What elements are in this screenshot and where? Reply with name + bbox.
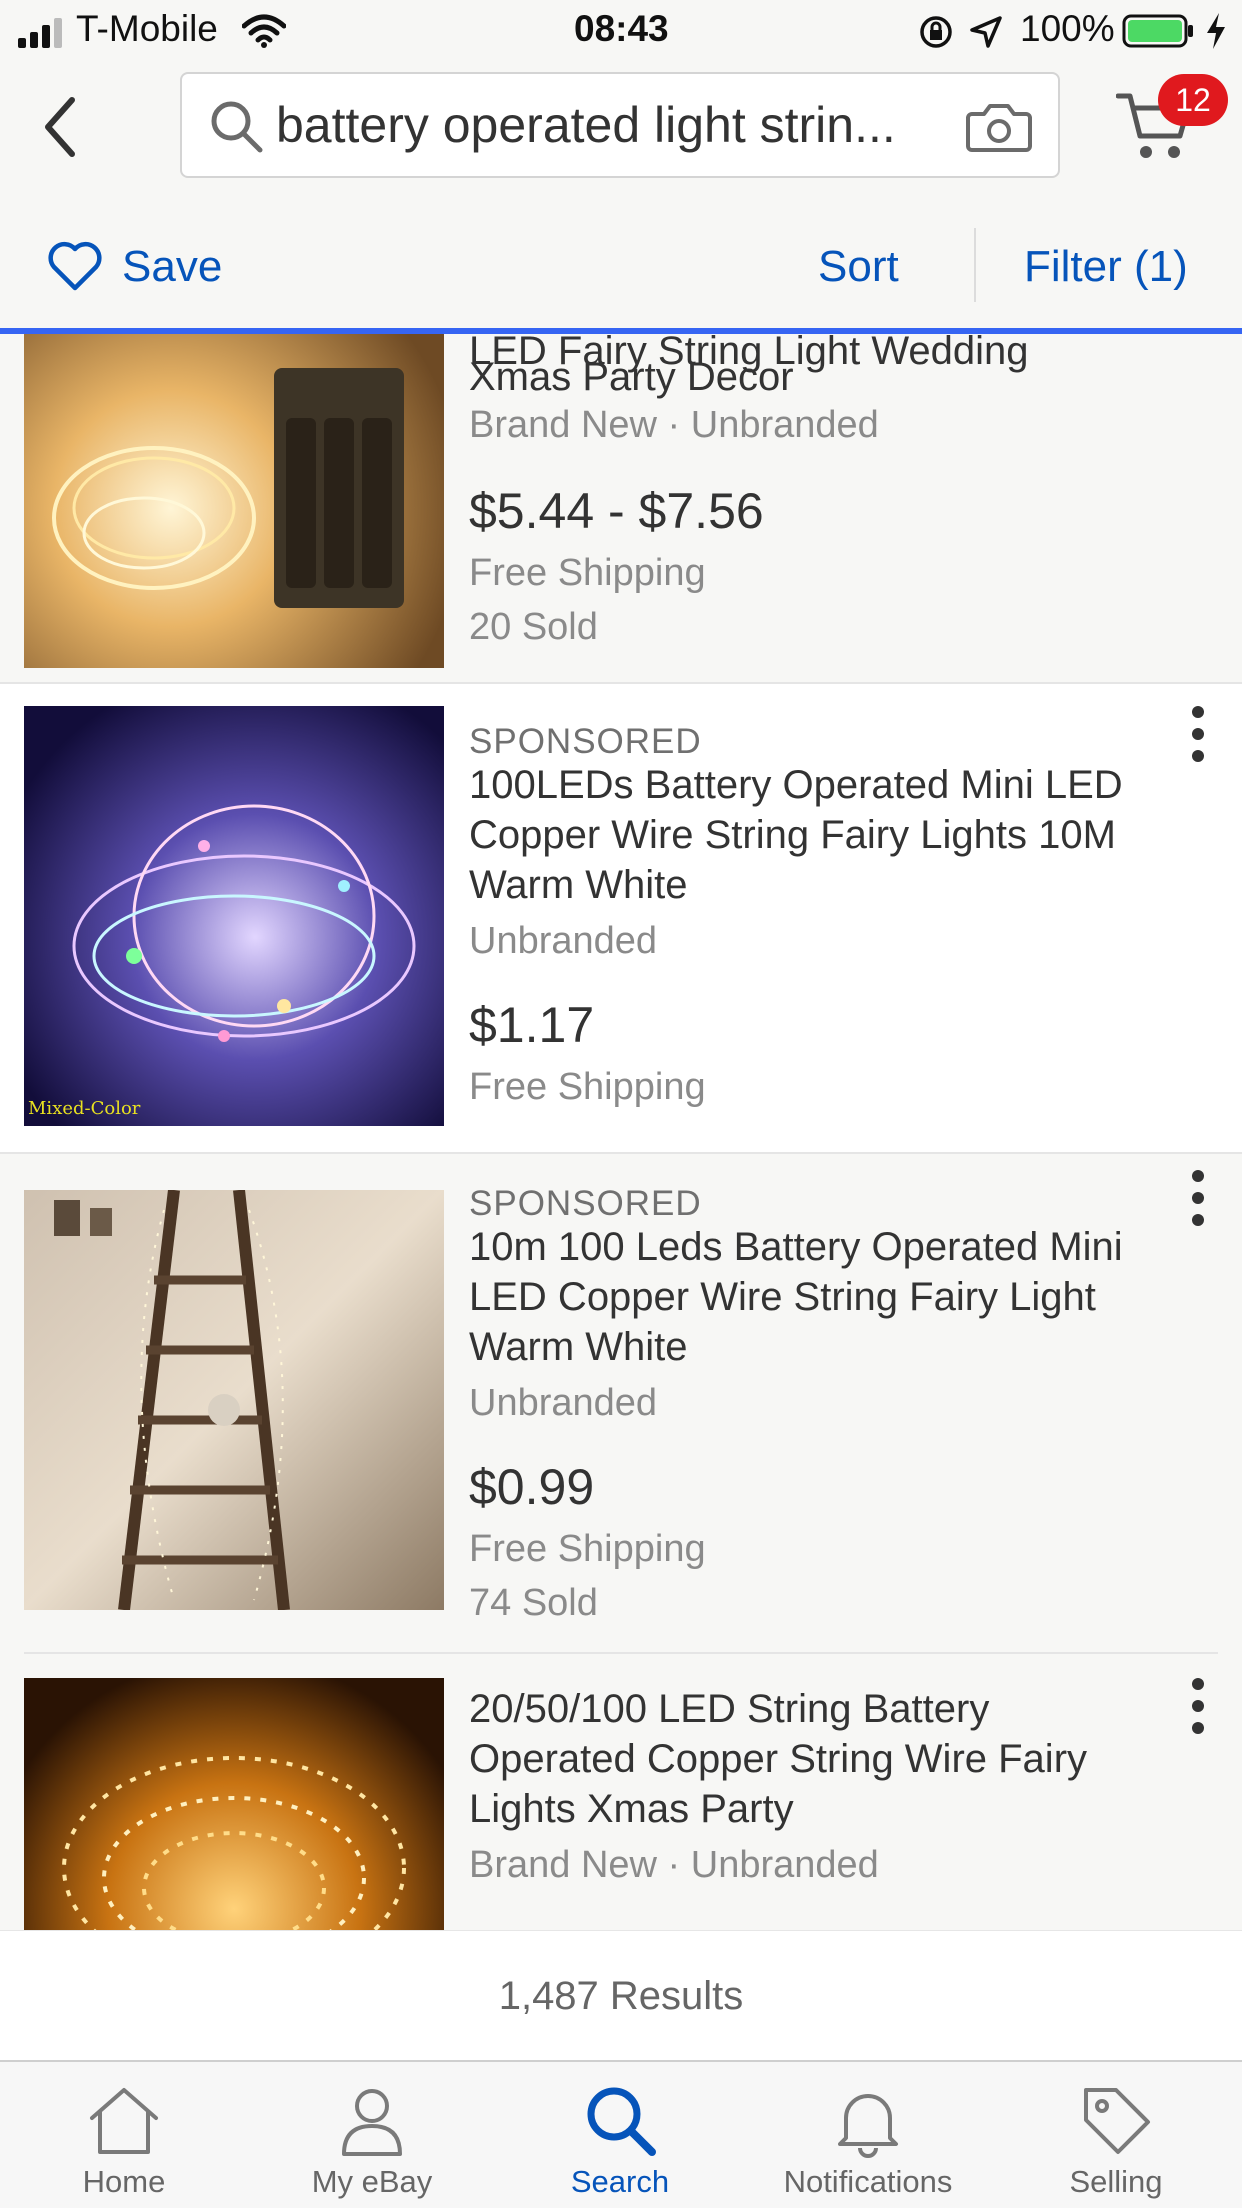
tab-search[interactable]: Search (496, 2062, 744, 2208)
sponsored-label: SPONSORED (469, 1184, 702, 1223)
action-bar: Save Sort Filter (1) (0, 214, 1242, 332)
action-divider (974, 228, 976, 302)
item-shipping: Free Shipping (469, 1528, 706, 1570)
item-price: $5.44 - $7.56 (469, 483, 764, 539)
item-title[interactable]: 100LEDs Battery Operated Mini LED (469, 760, 1123, 810)
item-title[interactable]: LED Copper Wire String Fairy Light (469, 1272, 1096, 1322)
filter-button[interactable]: Filter (1) (1024, 242, 1188, 292)
tab-selling[interactable]: Selling (992, 2062, 1240, 2208)
clock: 08:43 (574, 8, 669, 49)
carrier-name: T-Mobile (76, 8, 218, 49)
item-image (24, 1190, 444, 1610)
home-icon (90, 2088, 158, 2154)
sort-button[interactable]: Sort (818, 242, 899, 292)
search-icon (587, 2087, 656, 2156)
wifi-icon (242, 14, 286, 48)
item-condition: Unbranded (469, 920, 658, 962)
search-icon (211, 101, 263, 153)
battery-percent: 100% (1020, 8, 1115, 49)
item-condition: Unbranded (469, 1382, 658, 1424)
sponsored-label: SPONSORED (469, 722, 702, 761)
item-title[interactable]: Xmas Party Decor (469, 352, 794, 402)
tab-home[interactable]: Home (0, 2062, 248, 2208)
back-button[interactable] (34, 92, 90, 162)
tab-label: My eBay (311, 2164, 433, 2199)
list-item[interactable]: SPONSORED 10m 100 Leds Battery Operated … (0, 1154, 1242, 1650)
list-item[interactable]: LED Fairy String Light Wedding Xmas Part… (0, 334, 1242, 682)
item-title[interactable]: Warm White (469, 1322, 688, 1372)
item-price: $1.17 (469, 997, 595, 1053)
item-title[interactable]: Copper Wire String Fairy Lights 10M (469, 810, 1116, 860)
tab-my-ebay[interactable]: My eBay (248, 2062, 496, 2208)
more-options-icon[interactable] (1186, 704, 1210, 764)
battery-icon (1122, 14, 1193, 48)
image-caption: Mixed-Color (28, 1098, 141, 1119)
item-condition: Brand New · Unbranded (469, 404, 879, 446)
search-query-text: battery operated light strin... (276, 97, 896, 153)
rotation-lock-icon (920, 16, 952, 48)
tab-bar: Home My eBay Search Notifications Sellin… (0, 2060, 1242, 2208)
location-icon (970, 16, 1002, 48)
signal-icon (18, 18, 62, 48)
item-shipping: Free Shipping (469, 552, 706, 594)
results-count: 1,487 Results (0, 1930, 1242, 2061)
item-price: $0.99 (469, 1459, 595, 1515)
bell-icon (838, 2094, 898, 2158)
item-shipping: Free Shipping (469, 1066, 706, 1108)
list-item[interactable]: Mixed-Color SPONSORED 100LEDs Battery Op… (0, 684, 1242, 1152)
item-title[interactable]: Operated Copper String Wire Fairy (469, 1734, 1087, 1784)
item-title[interactable]: 20/50/100 LED String Battery (469, 1684, 989, 1734)
charging-icon (1207, 13, 1225, 49)
camera-icon[interactable] (966, 100, 1032, 154)
more-options-icon[interactable] (1186, 1676, 1210, 1736)
heart-icon (48, 241, 102, 291)
item-sold-count: 74 Sold (469, 1582, 598, 1624)
more-options-icon[interactable] (1186, 1168, 1210, 1228)
person-icon (342, 2089, 402, 2156)
tab-label: Notifications (783, 2164, 953, 2199)
tab-label: Home (82, 2164, 166, 2199)
item-condition: Brand New · Unbranded (469, 1844, 879, 1886)
item-title[interactable]: Warm White (469, 860, 688, 910)
list-item[interactable]: 20/50/100 LED String Battery Operated Co… (0, 1654, 1242, 1930)
search-input[interactable]: battery operated light strin... (180, 72, 1060, 178)
tab-label: Selling (1069, 2164, 1163, 2199)
item-image (24, 1678, 444, 1930)
save-label: Save (122, 242, 223, 291)
results-list[interactable]: LED Fairy String Light Wedding Xmas Part… (0, 334, 1242, 1930)
tag-icon (1084, 2088, 1150, 2154)
tab-label: Search (570, 2164, 670, 2199)
item-image (24, 334, 444, 668)
item-title[interactable]: Lights Xmas Party (469, 1784, 794, 1834)
tab-notifications[interactable]: Notifications (744, 2062, 992, 2208)
status-bar: T-Mobile 08:43 100% (0, 0, 1242, 62)
item-title[interactable]: 10m 100 Leds Battery Operated Mini (469, 1222, 1123, 1272)
save-search-button[interactable]: Save (30, 214, 250, 314)
progress-line (0, 328, 1242, 334)
item-image: Mixed-Color (24, 706, 444, 1126)
cart-count-badge: 12 (1158, 74, 1228, 126)
item-sold-count: 20 Sold (469, 606, 598, 648)
